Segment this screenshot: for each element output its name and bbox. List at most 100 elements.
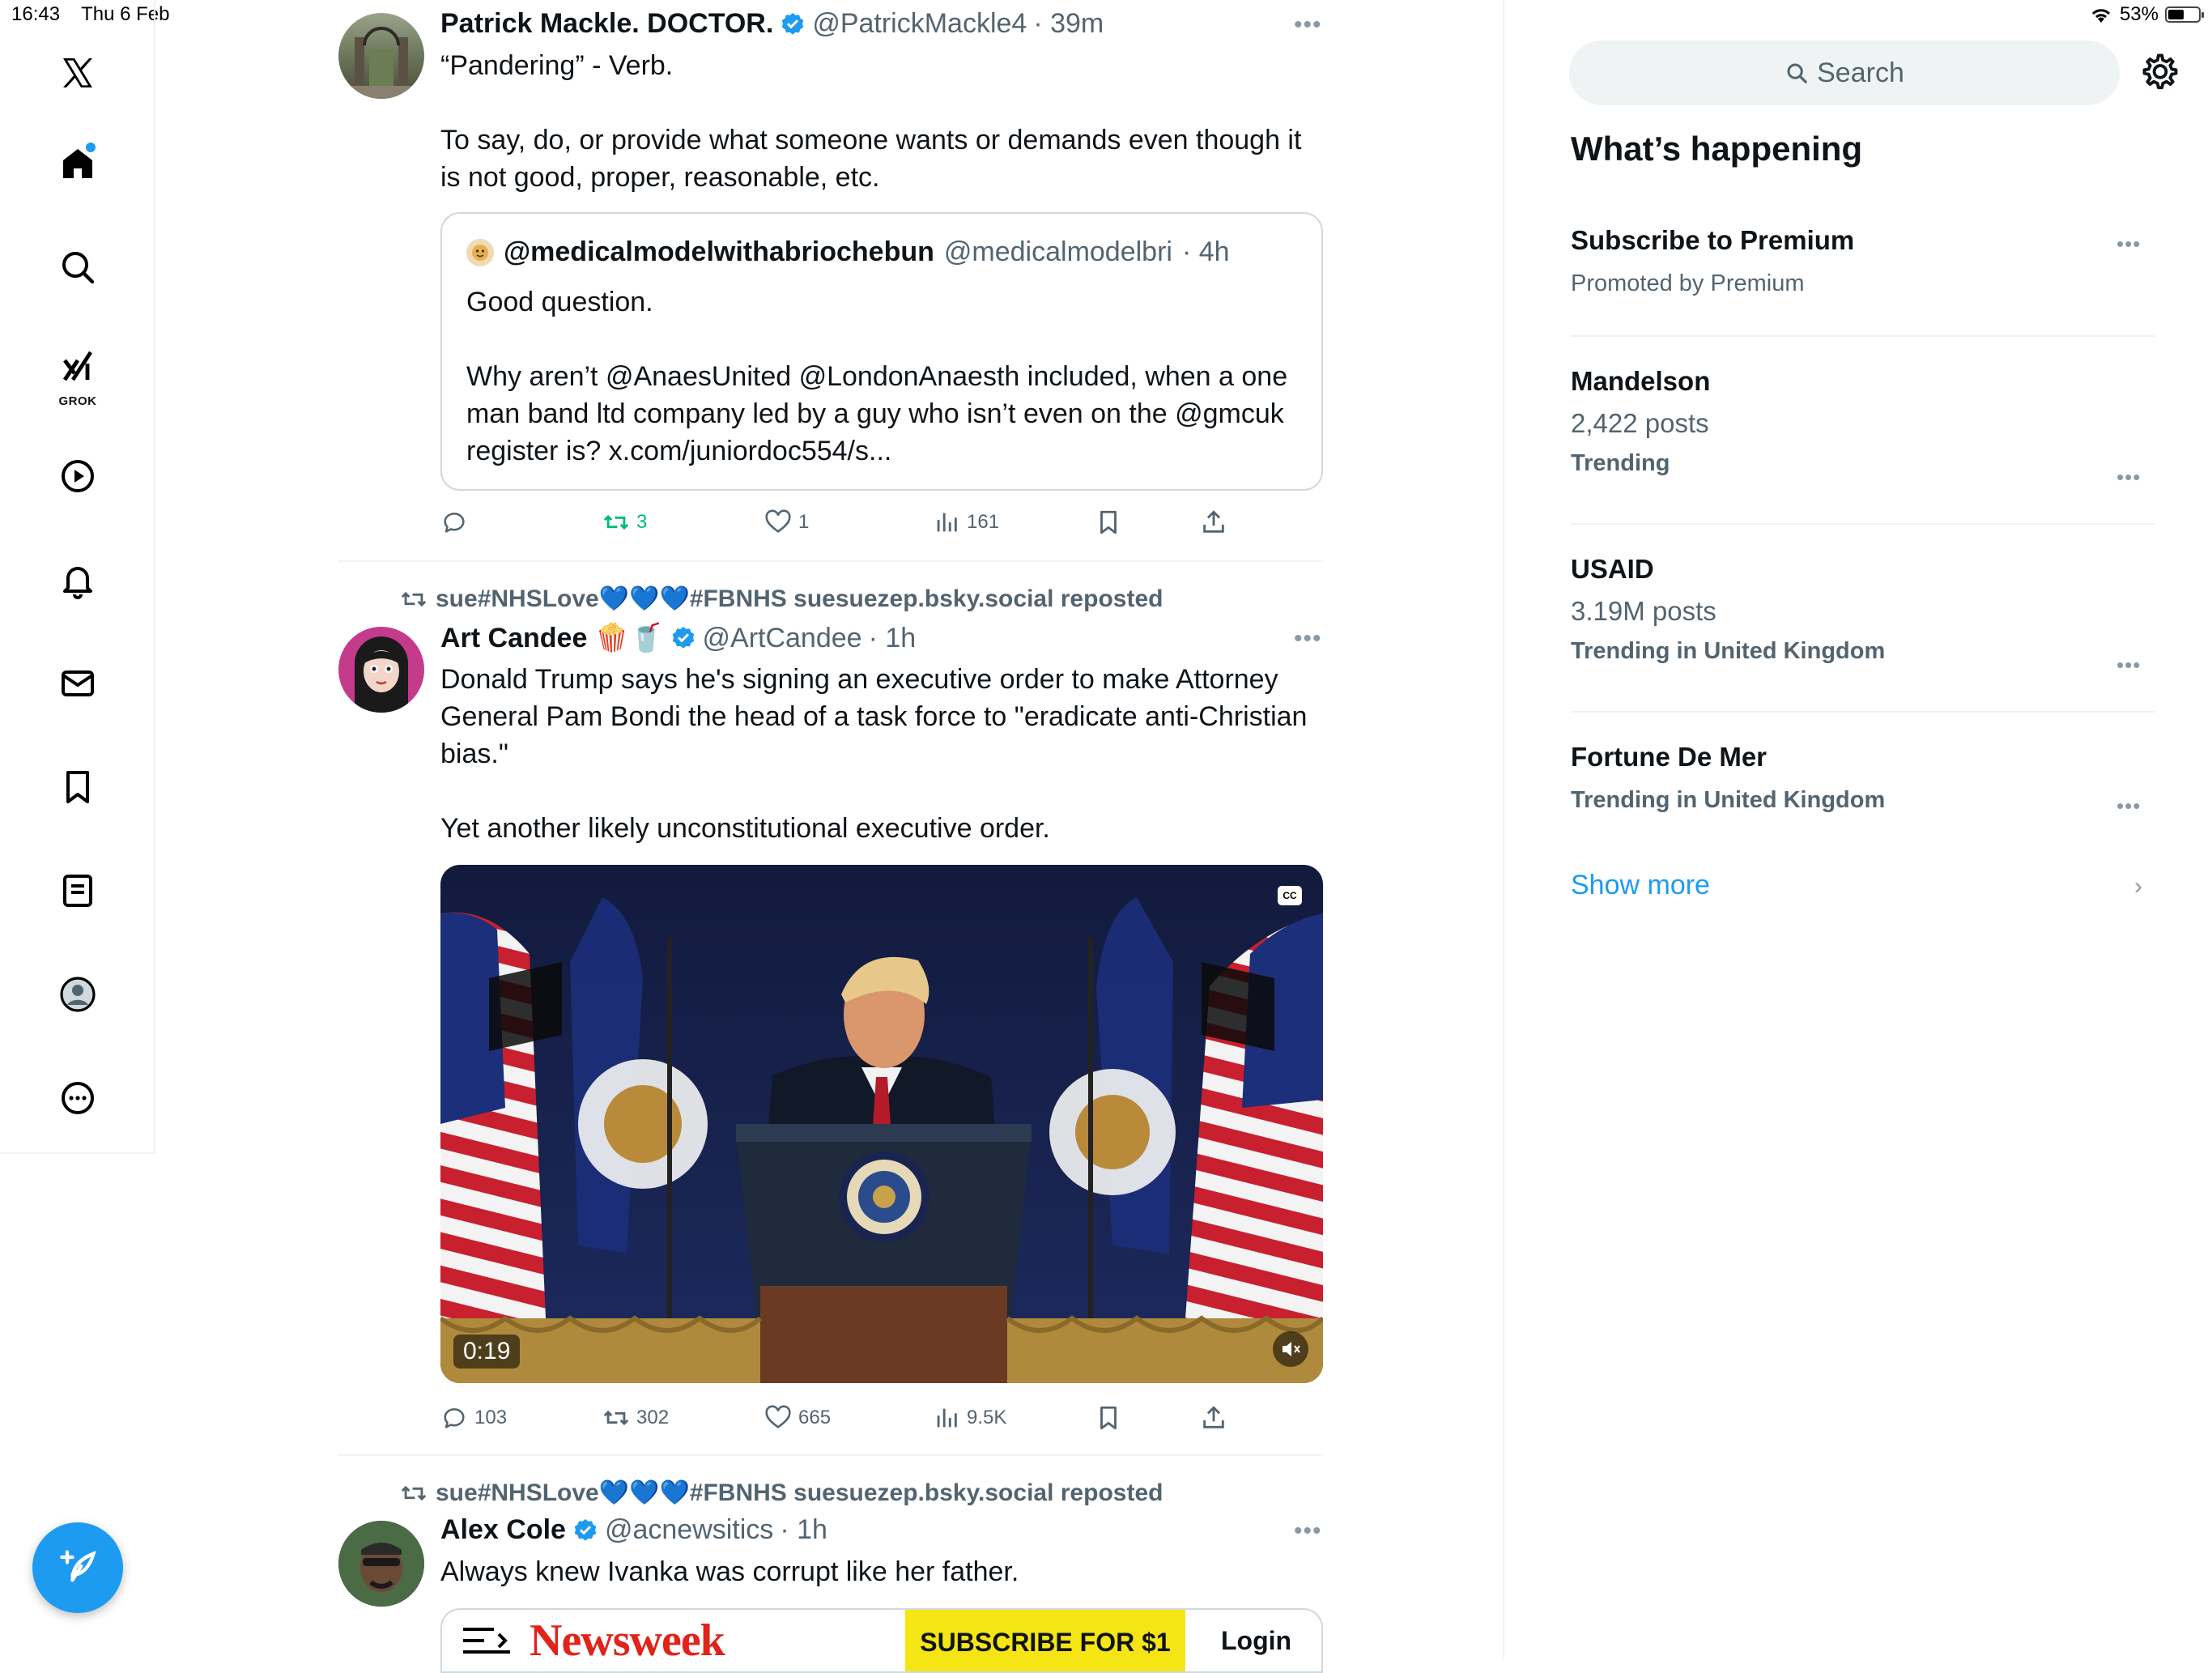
heart-icon [765,509,791,533]
share-button[interactable] [1200,509,1227,536]
quote-text-line: Good question. [466,287,653,317]
trend-title: Mandelson [1571,366,1711,396]
trend-item[interactable]: Subscribe to Premium Promoted by Premium [1571,225,1854,297]
home-icon[interactable] [52,138,104,189]
tweet-text-line: To say, do, or provide what someone want… [440,125,1302,193]
author-name[interactable]: Art Candee 🍿🥤 [440,622,664,654]
trend-item[interactable]: Fortune De Mer Trending in United Kingdo… [1571,742,1885,814]
avatar[interactable] [338,1521,424,1607]
profile-icon[interactable] [52,968,104,1020]
battery-fill [2168,10,2184,19]
captions-button[interactable]: CC [1278,886,1302,905]
share-icon [1203,1406,1224,1428]
search-icon [1787,63,1807,83]
more-options-icon[interactable]: ••• [1294,625,1322,653]
reposted-by[interactable]: sue#NHSLove💙💙💙#FBNHS suesuezep.bsky.soci… [400,585,1163,613]
trend-item[interactable]: USAID 3.19M posts Trending in United Kin… [1571,554,1885,665]
more-icon[interactable] [52,1072,104,1124]
settings-gear-icon[interactable] [2139,50,2181,96]
subscribe-button[interactable]: SUBSCRIBE FOR $1 [905,1610,1185,1671]
repost-icon [603,514,629,530]
muted-speaker-icon [1283,1342,1300,1356]
tweet-text-line: Yet another likely unconstitutional exec… [440,813,1050,844]
trend-item[interactable]: Mandelson 2,422 posts Trending [1571,366,1710,477]
trend-posts: 3.19M posts [1571,596,1716,626]
trend-meta: Promoted by Premium [1571,270,1805,296]
repost-count: 3 [636,511,648,533]
more-options-icon[interactable]: ••• [1294,11,1322,39]
grok-icon[interactable]: GROK [52,340,104,408]
bookmark-button[interactable] [1095,509,1122,536]
author-name[interactable]: Patrick Mackle. DOCTOR. [440,8,773,40]
trend-title: Subscribe to Premium [1571,225,1855,255]
notifications-icon[interactable] [52,554,104,606]
lists-icon[interactable] [52,865,104,917]
views-button[interactable]: 161 [933,509,999,536]
battery-percent: 53% [2119,3,2159,25]
avatar[interactable] [338,627,424,713]
trend-divider [1571,711,2155,713]
tweet-time[interactable]: · 1h [869,623,917,654]
trend-more-icon[interactable]: ••• [2116,794,2141,819]
bookmark-icon [1100,1406,1117,1430]
quoted-tweet[interactable]: @medicalmodelwithabriochebun @medicalmod… [440,212,1323,491]
repost-button[interactable]: 302 [602,1404,669,1432]
mute-button[interactable] [1273,1331,1308,1367]
search-input[interactable]: Search [1569,40,2120,105]
author-handle[interactable]: @ArtCandee [703,623,862,654]
trend-more-icon[interactable]: ••• [2116,465,2141,490]
x-logo-icon[interactable] [52,47,104,99]
repost-count: 302 [636,1407,670,1428]
trend-more-icon[interactable]: ••• [2116,232,2141,257]
tweet-header: Patrick Mackle. DOCTOR. @PatrickMackle4 … [440,8,1104,40]
author-handle[interactable]: @PatrickMackle4 [812,8,1027,40]
tweet-text: Donald Trump says he's signing an execut… [440,661,1323,847]
trend-meta: Trending in United Kingdom [1571,787,1886,813]
avatar[interactable] [338,13,424,99]
battery-icon [2165,6,2204,23]
reply-icon [444,513,465,533]
views-button[interactable]: 9.5K [933,1404,1006,1432]
like-count: 1 [798,511,810,533]
repost-button[interactable]: 3 [602,509,647,536]
reposted-by[interactable]: sue#NHSLove💙💙💙#FBNHS suesuezep.bsky.soci… [400,1479,1163,1507]
tweet-time[interactable]: · 39m [1033,8,1104,40]
show-more-link[interactable]: Show more [1571,870,1710,901]
video-player[interactable]: CC 0:19 [440,865,1323,1383]
reply-count: 103 [474,1407,508,1428]
bookmark-button[interactable] [1095,1404,1122,1432]
more-options-icon[interactable]: ••• [1294,1518,1322,1545]
like-button[interactable]: 1 [764,509,809,536]
link-card[interactable]: Newsweek SUBSCRIBE FOR $1 Login [440,1608,1323,1673]
author-name[interactable]: Alex Cole [440,1514,566,1546]
reply-icon [444,1408,465,1428]
share-button[interactable] [1200,1404,1227,1432]
trend-more-icon[interactable]: ••• [2116,653,2141,678]
tweet-time[interactable]: · 1h [780,1514,827,1546]
trend-title: USAID [1571,554,1654,584]
chevron-right-icon[interactable]: › [2134,873,2142,900]
author-handle[interactable]: @acnewsitics [605,1514,773,1546]
bookmarks-icon[interactable] [52,761,104,813]
views-icon [937,513,957,532]
newsweek-logo: Newsweek [530,1616,725,1666]
reply-button[interactable] [440,509,474,536]
trend-divider [1571,335,2155,337]
like-button[interactable]: 665 [764,1404,831,1432]
messages-icon[interactable] [52,658,104,709]
bookmark-icon [1100,510,1117,534]
reply-button[interactable]: 103 [440,1404,507,1432]
quote-time: · 4h [1181,236,1230,267]
login-button[interactable]: Login [1221,1626,1291,1656]
heart-icon [765,1405,791,1428]
tweet-header: Alex Cole @acnewsitics · 1h [440,1514,827,1546]
tweet-text: “Pandering” - Verb. To say, do, or provi… [440,47,1323,196]
tweet-header: Art Candee 🍿🥤 @ArtCandee · 1h [440,622,916,654]
reposted-by-text: sue#NHSLove💙💙💙#FBNHS suesuezep.bsky.soci… [436,1479,1163,1506]
explore-icon[interactable] [52,241,104,293]
compose-button[interactable] [32,1522,123,1613]
like-count: 665 [798,1407,832,1428]
tweet-divider [338,1454,1323,1456]
video-icon[interactable] [52,450,104,502]
search-placeholder: Search [1817,57,1904,88]
